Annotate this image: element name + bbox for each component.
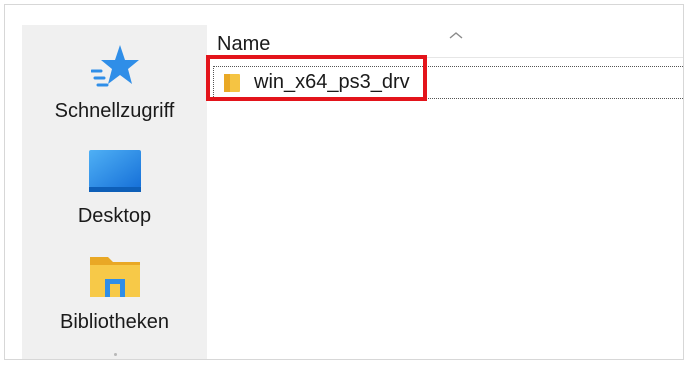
nav-item-label: Schnellzugriff — [54, 100, 175, 122]
header-divider — [207, 57, 683, 58]
file-row[interactable]: win_x64_ps3_drv — [213, 66, 683, 99]
scroll-indicator — [114, 353, 117, 356]
navigation-pane: Schnellzugriff Desktop Bibliotheken — [22, 25, 207, 359]
nav-item-schnellzugriff[interactable]: Schnellzugriff — [22, 25, 207, 125]
folder-icon — [223, 73, 241, 93]
explorer-window: Schnellzugriff Desktop Bibliotheken Name… — [4, 4, 684, 360]
libraries-folder-icon — [88, 253, 142, 304]
file-list-pane: Name win_x64_ps3_drv — [207, 25, 683, 359]
nav-item-bibliotheken[interactable]: Bibliotheken — [22, 235, 207, 335]
sort-ascending-icon — [446, 27, 466, 39]
star-icon — [90, 43, 139, 94]
file-name: win_x64_ps3_drv — [254, 71, 410, 93]
column-header-name[interactable]: Name — [217, 33, 270, 56]
nav-item-label: Bibliotheken — [60, 311, 169, 333]
desktop-icon — [88, 149, 142, 198]
nav-item-label: Desktop — [77, 205, 152, 227]
nav-item-desktop[interactable]: Desktop — [22, 129, 207, 229]
